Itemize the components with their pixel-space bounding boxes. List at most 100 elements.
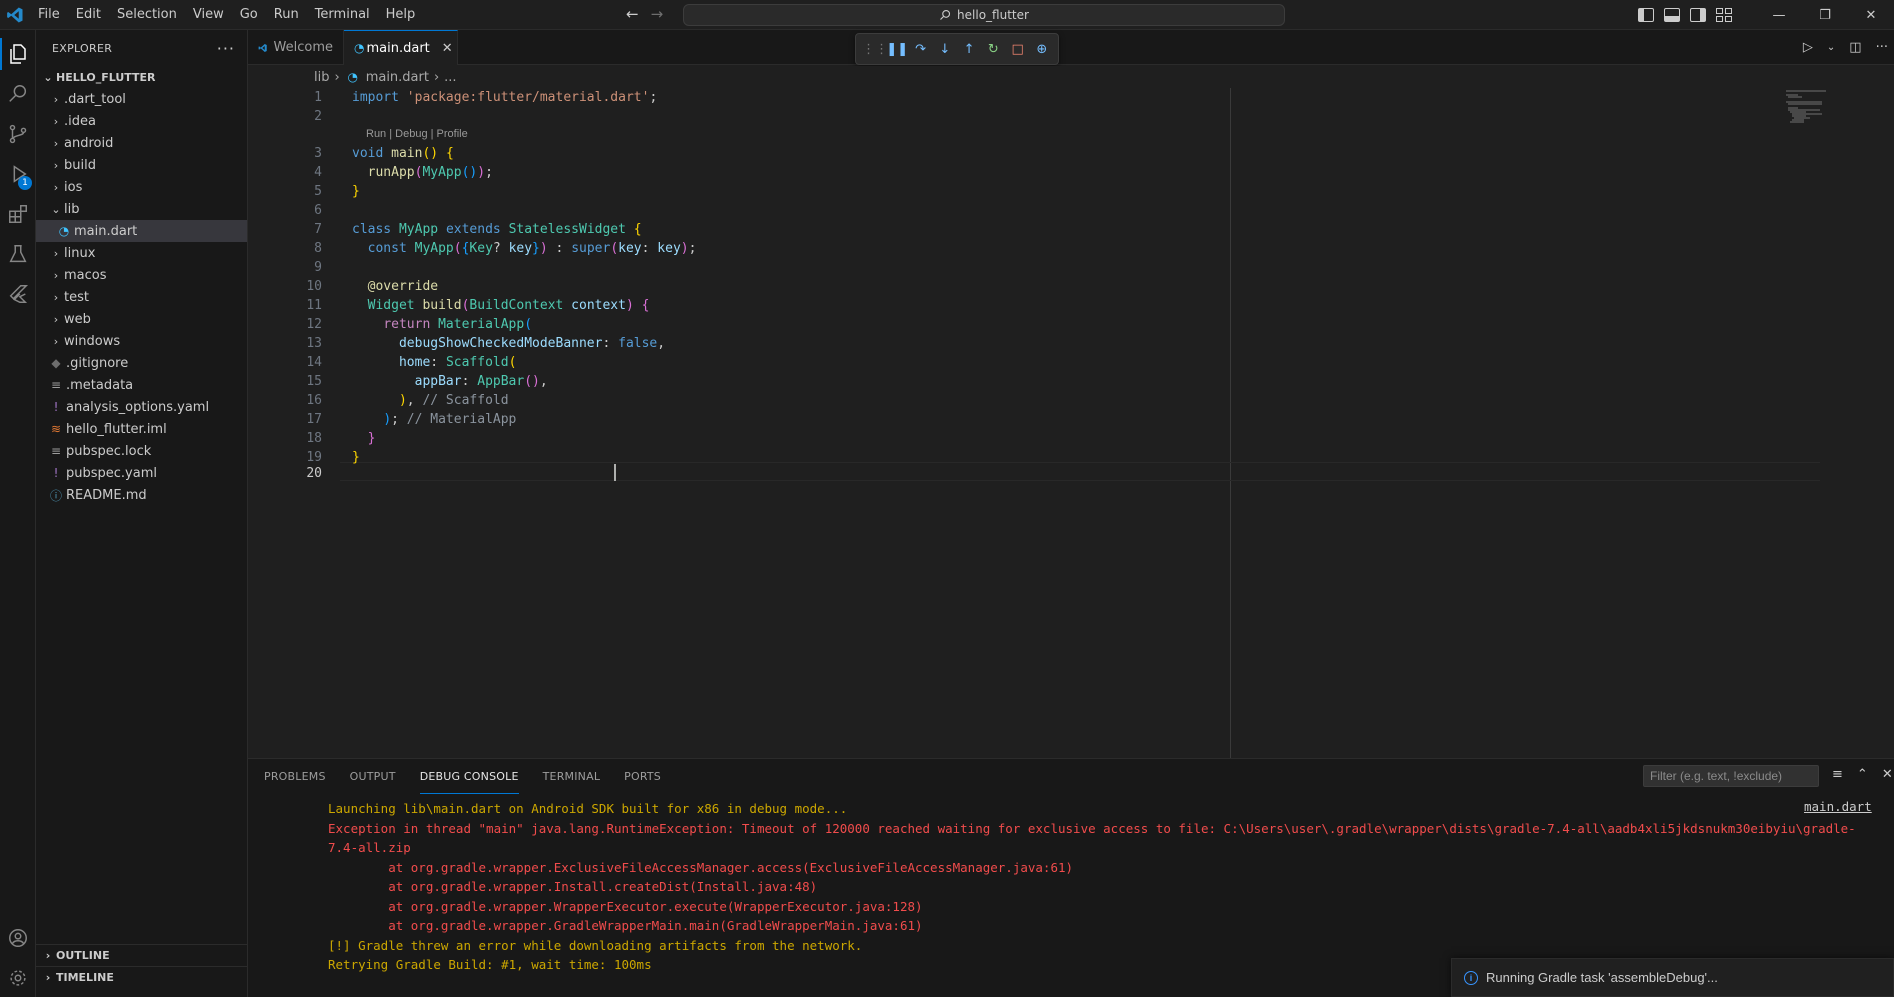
breadcrumb-more[interactable]: ... [444, 70, 456, 85]
run-file-icon[interactable]: ▷ [1803, 40, 1813, 55]
tab-problems[interactable]: PROBLEMS [264, 759, 326, 794]
explorer-item[interactable]: › .dart_tool [36, 88, 247, 110]
drag-handle-icon[interactable]: ⋮⋮ [862, 42, 888, 57]
menu-file[interactable]: File [30, 0, 68, 30]
code-editor[interactable]: 1 import 'package:flutter/material.dart';… [248, 88, 1894, 758]
menu-edit[interactable]: Edit [68, 0, 109, 30]
explorer-item[interactable]: › test [36, 286, 247, 308]
step-over-icon[interactable]: ↷ [911, 42, 931, 57]
tab-label: Welcome [273, 40, 333, 55]
tab-output[interactable]: OUTPUT [350, 759, 396, 794]
explorer-item-label: android [64, 135, 114, 151]
inspect-icon[interactable]: ⊕ [1032, 42, 1052, 57]
close-panel-icon[interactable]: ✕ [1882, 767, 1893, 782]
explorer-item[interactable]: ⓘ README.md [36, 484, 247, 506]
close-tab-icon[interactable]: ✕ [442, 41, 453, 56]
outline-section[interactable]: › OUTLINE [36, 944, 248, 966]
codelens-run-debug[interactable]: Run | Debug | Profile [366, 128, 468, 140]
explorer-item-label: .dart_tool [64, 91, 126, 107]
search-view-icon[interactable] [0, 74, 36, 114]
source-control-icon[interactable] [0, 114, 36, 154]
explorer-item-label: .metadata [66, 377, 134, 393]
console-line: at org.gradle.wrapper.WrapperExecutor.ex… [328, 898, 923, 914]
explorer-item[interactable]: ! analysis_options.yaml [36, 396, 247, 418]
menu-selection[interactable]: Selection [109, 0, 185, 30]
stop-icon[interactable]: □ [1008, 42, 1028, 57]
tab-ports[interactable]: PORTS [624, 759, 661, 794]
breadcrumb: lib › ◔ main.dart › ... [248, 66, 1894, 88]
customize-layout-icon[interactable] [1716, 8, 1732, 22]
explorer-item[interactable]: › .idea [36, 110, 247, 132]
close-window-icon[interactable]: ✕ [1848, 0, 1894, 30]
explorer-item-label: test [64, 289, 89, 305]
manage-gear-icon[interactable] [0, 958, 36, 997]
forward-arrow-icon[interactable]: → [651, 5, 664, 23]
code-line: 10 @override [306, 279, 439, 294]
tab-welcome[interactable]: Welcome [248, 30, 344, 65]
restore-icon[interactable]: ❐ [1802, 0, 1848, 30]
chevron-down-icon[interactable]: ⌄ [1827, 42, 1835, 53]
explorer-item[interactable]: ◆ .gitignore [36, 352, 247, 374]
chevron-right-icon: › [334, 69, 340, 85]
testing-icon[interactable] [0, 234, 36, 274]
explorer-icon[interactable] [0, 34, 36, 74]
timeline-section[interactable]: › TIMELINE [36, 966, 248, 988]
explorer-item[interactable]: › windows [36, 330, 247, 352]
explorer-item[interactable]: › android [36, 132, 247, 154]
accounts-icon[interactable] [0, 918, 36, 958]
explorer-item-label: windows [64, 333, 121, 349]
toggle-panel-icon[interactable] [1664, 8, 1680, 22]
menu-help[interactable]: Help [378, 0, 424, 30]
explorer-item[interactable]: › macos [36, 264, 247, 286]
code-line: 2 [314, 109, 322, 124]
restart-icon[interactable]: ↻ [983, 42, 1003, 57]
code-line: 13 debugShowCheckedModeBanner: false, [306, 336, 666, 351]
explorer-item[interactable]: ≡ .metadata [36, 374, 247, 396]
toggle-secondary-sidebar-icon[interactable] [1690, 8, 1706, 22]
breadcrumb-folder[interactable]: lib [314, 70, 329, 85]
console-line: at org.gradle.wrapper.Install.createDist… [328, 879, 818, 894]
explorer-item[interactable]: ! pubspec.yaml [36, 462, 247, 484]
tab-main-dart[interactable]: ◔ main.dart ✕ [344, 30, 458, 65]
debug-console-filter-input[interactable]: Filter (e.g. text, !exclude) [1643, 765, 1819, 787]
command-center-search[interactable]: hello_flutter [683, 4, 1285, 26]
step-out-icon[interactable]: ↑ [959, 42, 979, 57]
menu-view[interactable]: View [185, 0, 232, 30]
notification-toast[interactable]: i Running Gradle task 'assembleDebug'... [1451, 958, 1894, 997]
more-actions-icon[interactable]: ··· [217, 39, 235, 58]
explorer-item[interactable]: ◔ main.dart [36, 220, 247, 242]
tab-terminal[interactable]: TERMINAL [543, 759, 601, 794]
breadcrumb-file[interactable]: main.dart [366, 70, 429, 85]
tab-debug-console[interactable]: DEBUG CONSOLE [419, 759, 519, 794]
explorer-item[interactable]: › linux [36, 242, 247, 264]
workspace-root[interactable]: ⌄ HELLO_FLUTTER [36, 66, 247, 88]
info-icon: i [1464, 970, 1478, 985]
chevron-right-icon: › [53, 136, 59, 150]
pause-icon[interactable]: ❚❚ [886, 42, 908, 57]
step-into-icon[interactable]: ↓ [935, 42, 955, 57]
extensions-icon[interactable] [0, 194, 36, 234]
yaml-file-icon: ! [53, 466, 59, 480]
menu-go[interactable]: Go [232, 0, 266, 30]
maximize-panel-icon[interactable]: ⌃ [1857, 767, 1868, 782]
explorer-item-label: ios [64, 179, 83, 195]
explorer-item[interactable]: › build [36, 154, 247, 176]
explorer-item[interactable]: › web [36, 308, 247, 330]
explorer-item[interactable]: › ios [36, 176, 247, 198]
outline-label: OUTLINE [56, 949, 110, 962]
explorer-item[interactable]: ≋ hello_flutter.iml [36, 418, 247, 440]
menu-run[interactable]: Run [266, 0, 307, 30]
flutter-icon[interactable] [0, 274, 36, 314]
code-line: 17 ); // MaterialApp [306, 412, 517, 427]
menu-terminal[interactable]: Terminal [307, 0, 378, 30]
explorer-item[interactable]: ⌄ lib [36, 198, 247, 220]
more-actions-icon[interactable]: ··· [1876, 40, 1888, 55]
split-editor-icon[interactable]: ◫ [1849, 40, 1861, 55]
clear-console-icon[interactable]: ≡ [1832, 767, 1843, 782]
toggle-sidebar-icon[interactable] [1638, 8, 1654, 22]
minimize-icon[interactable]: — [1756, 0, 1802, 30]
run-debug-icon[interactable]: 1 [0, 154, 36, 194]
explorer-item[interactable]: ≡ pubspec.lock [36, 440, 247, 462]
back-arrow-icon[interactable]: ← [626, 5, 639, 23]
lock-file-icon: ≡ [50, 444, 62, 458]
